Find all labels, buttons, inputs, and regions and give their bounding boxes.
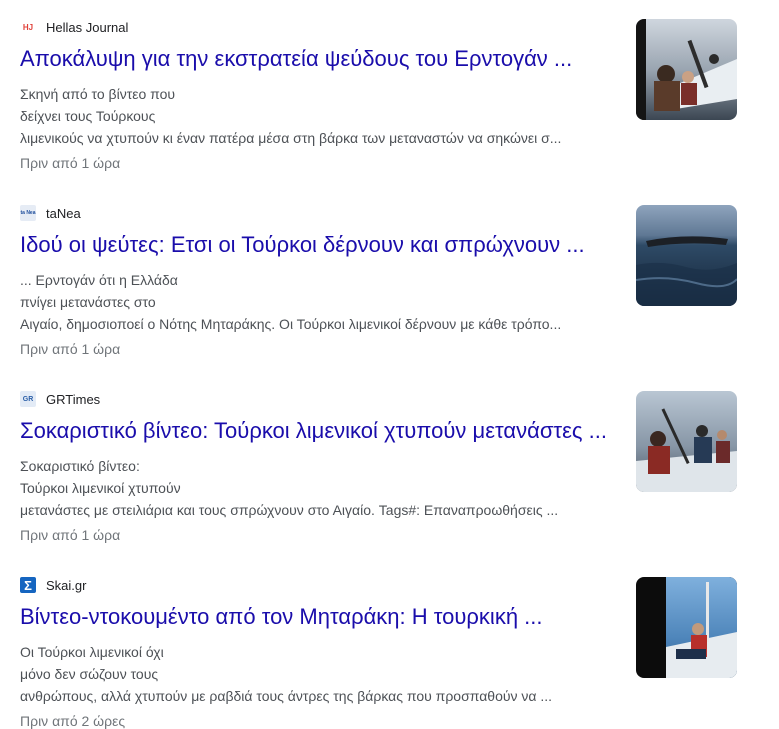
headline-link[interactable]: Αποκάλυψη για την εκστρατεία ψεύδους του…: [20, 44, 620, 74]
article-thumbnail[interactable]: [636, 205, 737, 306]
tanea-logo-icon: ta Nea: [20, 205, 36, 221]
snippet-line: πνίγει μετανάστες στο: [20, 294, 156, 310]
news-card[interactable]: ta Nea taNea Ιδού οι ψεύτες: Ετσι οι Τού…: [20, 186, 737, 372]
headline-link[interactable]: Βίντεο-ντοκουμέντο από τον Μηταράκη: Η τ…: [20, 602, 620, 632]
headline-link[interactable]: Ιδού οι ψεύτες: Ετσι οι Τούρκοι δέρνουν …: [20, 230, 620, 260]
news-feed: HJ Hellas Journal Αποκάλυψη για την εκστ…: [20, 0, 737, 729]
snippet-line: Οι Τούρκοι λιμενικοί όχι: [20, 644, 164, 660]
snippet-line: δείχνει τους Τούρκους: [20, 108, 156, 124]
snippet-line: μόνο δεν σώζουν τους: [20, 666, 159, 682]
hellas-journal-logo-icon: HJ: [22, 22, 34, 32]
source-row: GR GRTimes: [20, 390, 100, 408]
snippet-line: μετανάστες με στειλιάρια και τους σπρώχν…: [20, 502, 559, 518]
snippet: Σοκαριστικό βίντεο: Τούρκοι λιμενικοί χτ…: [20, 455, 620, 521]
source-name: Hellas Journal: [46, 19, 129, 35]
snippet-line: λιμενικούς να χτυπούν κι έναν πατέρα μέσ…: [20, 130, 562, 146]
timestamp: Πριν από 1 ώρα: [20, 155, 121, 171]
source-row: HJ Hellas Journal: [20, 18, 129, 36]
source-name: GRTimes: [46, 391, 101, 407]
timestamp: Πριν από 1 ώρα: [20, 341, 121, 357]
article-thumbnail[interactable]: [636, 577, 737, 678]
grtimes-logo-icon: GR: [20, 391, 36, 407]
snippet-line: ... Ερντογάν ότι η Ελλάδα: [20, 272, 178, 288]
source-row: Σ Skai.gr: [20, 576, 86, 594]
headline-link[interactable]: Σοκαριστικό βίντεο: Τούρκοι λιμενικοί χτ…: [20, 416, 620, 446]
snippet: Σκηνή από το βίντεο που δείχνει τους Τού…: [20, 83, 620, 149]
source-row: ta Nea taNea: [20, 204, 81, 222]
timestamp: Πριν από 1 ώρα: [20, 527, 121, 543]
snippet-line: Αιγαίο, δημοσιοποεί ο Νότης Μηταράκης. Ο…: [20, 316, 562, 332]
snippet-line: Σκηνή από το βίντεο που: [20, 86, 176, 102]
article-thumbnail[interactable]: [636, 19, 737, 120]
source-name: taNea: [46, 205, 81, 221]
snippet-line: Τούρκοι λιμενικοί χτυπούν: [20, 480, 181, 496]
skai-sigma-logo-icon: Σ: [20, 577, 36, 593]
snippet: ... Ερντογάν ότι η Ελλάδα πνίγει μετανάσ…: [20, 269, 620, 335]
snippet-line: ανθρώπους, αλλά χτυπούν με ραβδιά τους ά…: [20, 688, 553, 704]
snippet: Οι Τούρκοι λιμενικοί όχι μόνο δεν σώζουν…: [20, 641, 620, 707]
news-card[interactable]: GR GRTimes Σοκαριστικό βίντεο: Τούρκοι λ…: [20, 372, 737, 558]
source-name: Skai.gr: [46, 577, 87, 593]
article-thumbnail[interactable]: [636, 391, 737, 492]
snippet-line: Σοκαριστικό βίντεο:: [20, 458, 140, 474]
timestamp: Πριν από 2 ώρες: [20, 713, 126, 729]
news-card[interactable]: HJ Hellas Journal Αποκάλυψη για την εκστ…: [20, 0, 737, 186]
news-card[interactable]: Σ Skai.gr Βίντεο-ντοκουμέντο από τον Μητ…: [20, 558, 737, 729]
